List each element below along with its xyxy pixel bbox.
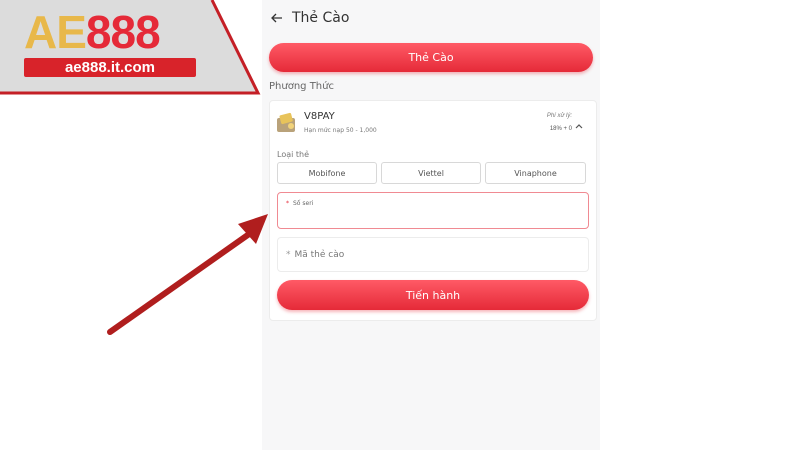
code-label-text: Mã thẻ cào [294, 250, 345, 260]
submit-button[interactable]: Tiến hành [277, 280, 589, 310]
arrow-left-icon[interactable] [270, 11, 284, 25]
provider-name: V8PAY [304, 111, 335, 122]
logo-domain: ae888.it.com [24, 58, 196, 77]
code-label: * Mã thẻ cào [286, 250, 344, 260]
serial-label-text: Số seri [293, 200, 314, 207]
page-header: Thẻ Cào [270, 8, 349, 28]
carrier-viettel-button[interactable]: Viettel [381, 162, 481, 184]
card-code-input[interactable]: * Mã thẻ cào [277, 237, 589, 272]
serial-required-mark: * [286, 200, 289, 207]
chevron-up-icon[interactable] [574, 118, 584, 129]
brand-logo: AE888 ae888.it.com [0, 0, 262, 96]
logo-wordmark: AE888 [24, 4, 161, 60]
serial-input[interactable]: * Số seri [277, 192, 589, 229]
method-section-label: Phương Thức [269, 81, 334, 92]
tab-the-cao-button[interactable]: Thẻ Cào [269, 43, 593, 72]
card-type-label: Loại thẻ [277, 150, 310, 159]
code-required-mark: * [286, 250, 291, 260]
logo-888-text: 888 [85, 6, 161, 58]
page-title: Thẻ Cào [292, 10, 350, 26]
carrier-vinaphone-button[interactable]: Vinaphone [485, 162, 586, 184]
fee-value: 18% + 0 [549, 126, 572, 132]
provider-limit: Hạn mức nạp 50 - 1,000 [304, 127, 377, 134]
provider-row[interactable]: V8PAY Hạn mức nạp 50 - 1,000 Phí xử lý: … [276, 108, 590, 142]
logo-ae-text: AE [24, 6, 87, 58]
arrow-shaft [107, 229, 255, 335]
serial-label: * Số seri [286, 200, 313, 207]
carrier-mobifone-button[interactable]: Mobifone [277, 162, 377, 184]
fee-label: Phí xử lý: [546, 113, 572, 119]
wallet-icon [276, 112, 298, 134]
